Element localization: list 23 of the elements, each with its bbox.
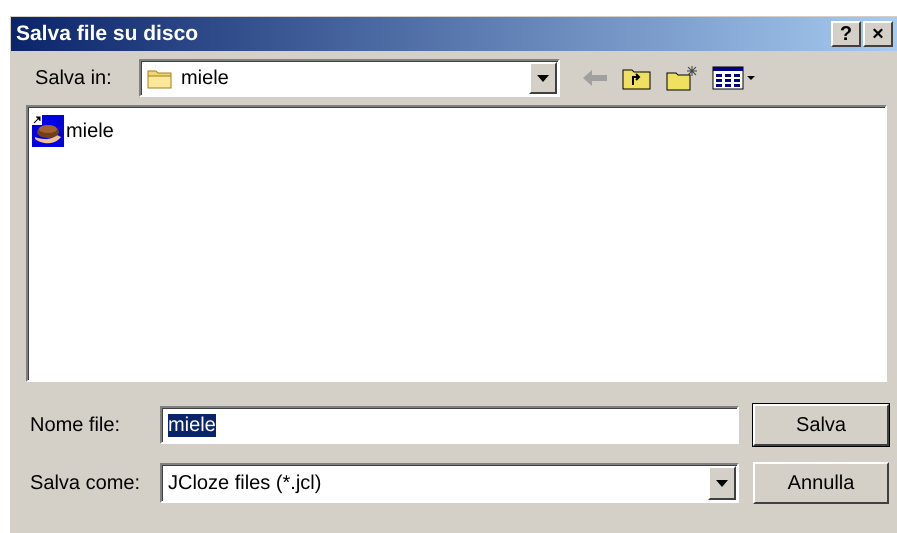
window-title: Salva file su disco (16, 22, 200, 46)
file-item[interactable]: miele (32, 115, 881, 147)
save-as-label: Salva come: (30, 472, 142, 494)
dropdown-button[interactable] (708, 466, 736, 500)
cake-shortcut-icon (32, 115, 64, 147)
save-in-label: Salva in: (35, 66, 113, 90)
file-name-label: Nome file: (30, 414, 122, 436)
save-button[interactable]: Salva (753, 404, 889, 446)
save-as-dropdown[interactable]: JCloze files (*.jcl) (160, 463, 739, 503)
cancel-button[interactable]: Annulla (753, 462, 889, 504)
caret-icon (537, 74, 549, 82)
caret-icon (716, 480, 728, 486)
save-as-value: JCloze files (*.jcl) (168, 472, 322, 494)
dropdown-button[interactable] (529, 62, 557, 94)
file-name-text: miele (168, 414, 216, 436)
view-menu-icon[interactable] (712, 66, 756, 90)
help-button[interactable]: ? (831, 21, 861, 47)
file-name: miele (66, 120, 114, 142)
save-in-dropdown[interactable]: miele (139, 59, 560, 97)
close-button[interactable]: × (863, 21, 893, 47)
new-folder-icon[interactable] (666, 65, 698, 91)
file-name-field[interactable]: miele (160, 406, 739, 444)
save-in-value: miele (181, 66, 230, 90)
